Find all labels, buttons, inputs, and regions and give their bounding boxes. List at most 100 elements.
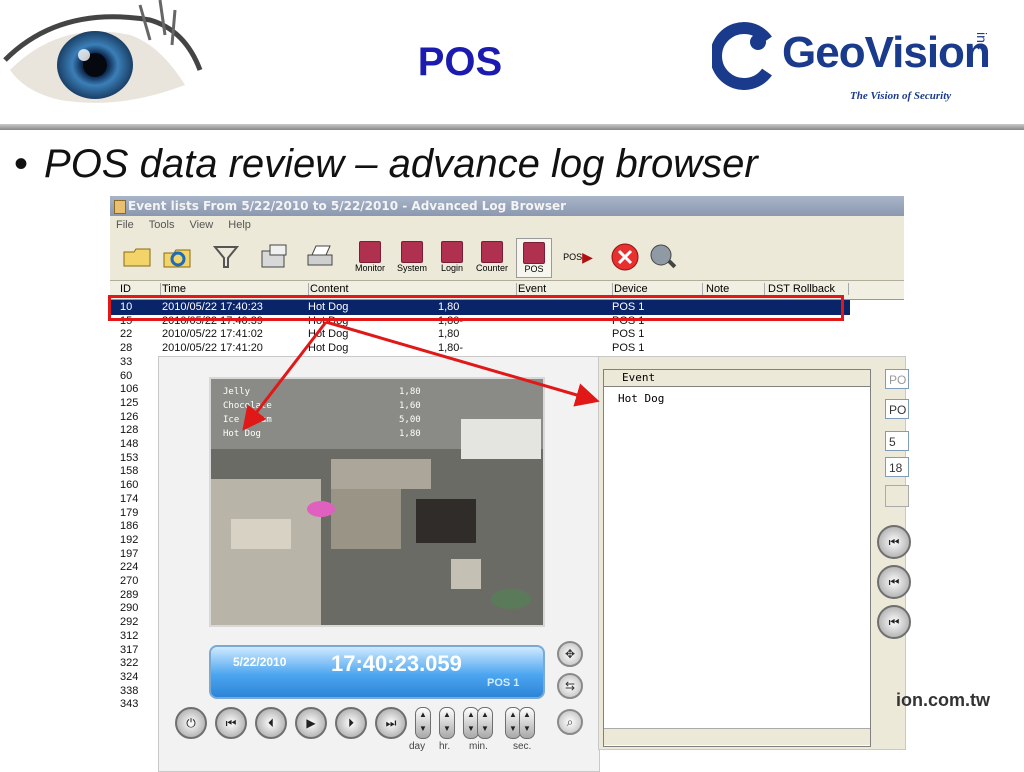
pos-icon [523,242,545,264]
menu-bar: File Tools View Help [110,216,904,234]
eye-image [0,0,205,122]
spin-up-down-icon: ▲ ▼ [443,710,451,733]
second-spinner-b[interactable]: ▲ ▼ [519,707,535,739]
overlay-item: Jelly [223,387,251,397]
col-event[interactable]: Event [514,283,613,295]
side-prev-button-2[interactable]: ⏮ [877,565,911,599]
second-label: sec. [513,741,532,752]
col-device[interactable]: Device [610,283,703,295]
menu-view[interactable]: View [190,219,214,231]
col-id[interactable]: ID [116,283,161,295]
menu-help[interactable]: Help [228,219,251,231]
cell-id: 343 [120,698,139,711]
event-text-list[interactable]: Event Hot Dog [603,369,871,747]
pos-event-panel: Event Hot Dog PO PO 5 18 ⏮ ⏮ ⏮ [598,356,911,750]
system-icon [401,241,423,263]
day-label: day [409,741,426,752]
export-button[interactable] [256,238,292,276]
search-button[interactable] [646,238,680,276]
printer-icon [307,245,333,266]
overlay-item: Ice Cream [223,415,272,425]
spin-up-down-icon: ▲ ▼ [467,710,475,733]
zoom-icon: ⌕ [566,715,574,729]
col-dst[interactable]: DST Rollback [764,283,849,295]
day-spinner[interactable]: ▲ ▼ [415,707,431,739]
login-icon [441,241,463,263]
login-label: Login [440,263,464,273]
skip-start-icon: ⏮ [225,716,237,730]
col-content[interactable]: Content [306,283,517,295]
step-back-icon: ⏮ [888,575,900,589]
refresh-button[interactable] [160,238,196,276]
spin-up-down-icon: ▲ ▼ [509,710,517,733]
go-end-button[interactable]: ⏭ [375,707,407,739]
counter-button[interactable]: Counter [472,238,512,276]
system-label: System [396,263,427,273]
window-titlebar[interactable]: Event lists From 5/22/2010 to 5/22/2010 … [110,196,904,216]
monitor-label: Monitor [354,263,385,273]
step-back-icon: ⏴ [267,716,274,730]
spin-up-down-icon: ▲ ▼ [481,710,489,733]
menu-tools[interactable]: Tools [149,219,175,231]
side-field-3[interactable]: 5 [885,431,909,451]
pos-label: POS [524,264,544,274]
display-time: 17:40:23.059 [331,651,462,676]
display-date: 5/22/2010 [233,655,287,669]
event-entry[interactable]: Hot Dog [618,392,664,405]
side-field-2[interactable]: PO [885,399,909,419]
logo-suffix: inc [974,32,990,50]
next-frame-button[interactable]: ⏵ [335,707,367,739]
filter-icon [212,246,240,268]
prev-frame-button[interactable]: ⏴ [255,707,287,739]
system-button[interactable]: System [394,238,430,276]
event-header-label: Event [622,371,656,384]
side-field-4[interactable]: 18 [885,457,909,477]
event-column-header[interactable]: Event [604,370,870,387]
overlay-price: 5,00 [399,415,421,425]
open-folder-button[interactable] [120,238,156,276]
counter-icon [481,241,503,263]
video-frame[interactable]: Jelly Chocolate Ice Cream Hot Dog 1,80 1… [209,377,545,627]
monitor-button[interactable]: Monitor [350,238,390,276]
login-button[interactable]: Login [434,238,470,276]
side-prev-button-3[interactable]: ⏮ [877,605,911,639]
menu-file[interactable]: File [116,219,134,231]
geovision-logo: GeoVision inc The Vision of Security [704,14,1004,114]
pos-play-button[interactable]: POS ▶ [558,238,598,276]
play-button[interactable]: ▶ [295,707,327,739]
go-start-button[interactable]: ⏮ [215,707,247,739]
col-note[interactable]: Note [702,283,765,295]
minute-spinner-b[interactable]: ▲ ▼ [477,707,493,739]
overlay-price: 1,60 [399,401,421,411]
toolbar: Monitor System Login Counter POS POS ▶ [110,234,904,281]
counter-label: Counter [475,263,509,273]
slide-title: POS [417,40,503,84]
filter-button[interactable] [208,238,244,276]
side-prev-button-1[interactable]: ⏮ [877,525,911,559]
window-icon [114,200,126,214]
step-back-icon: ⏮ [888,535,900,549]
pan-button[interactable]: ✥ [557,641,583,667]
url-fragment: ion.com.tw [896,690,990,710]
pos-button[interactable]: POS [516,238,552,278]
side-button[interactable] [885,485,909,507]
skip-end-icon: ⏭ [385,716,397,730]
snapshot-button[interactable]: ⌕ [557,709,583,735]
logo-text: GeoVision [782,28,991,77]
selected-row-highlight [108,295,844,321]
power-button[interactable]: ⏻ [175,707,207,739]
move-icon: ✥ [564,647,576,661]
pos-overlay-prices: 1,80 1,60 5,00 1,80 [399,385,421,441]
computer-icon [261,244,287,268]
horizontal-scrollbar[interactable] [604,728,870,745]
pos-overlay-items: Jelly Chocolate Ice Cream Hot Dog [223,385,272,441]
close-log-button[interactable] [608,238,642,276]
power-icon: ⏻ [186,716,196,730]
hour-spinner[interactable]: ▲ ▼ [439,707,455,739]
side-field-1[interactable]: PO [885,369,909,389]
overlay-price: 1,80 [399,429,421,439]
print-button[interactable] [302,238,338,276]
col-time[interactable]: Time [158,283,309,295]
bullet-text: POS data review – advance log browser [44,142,758,186]
swap-button[interactable]: ⇆ [557,673,583,699]
